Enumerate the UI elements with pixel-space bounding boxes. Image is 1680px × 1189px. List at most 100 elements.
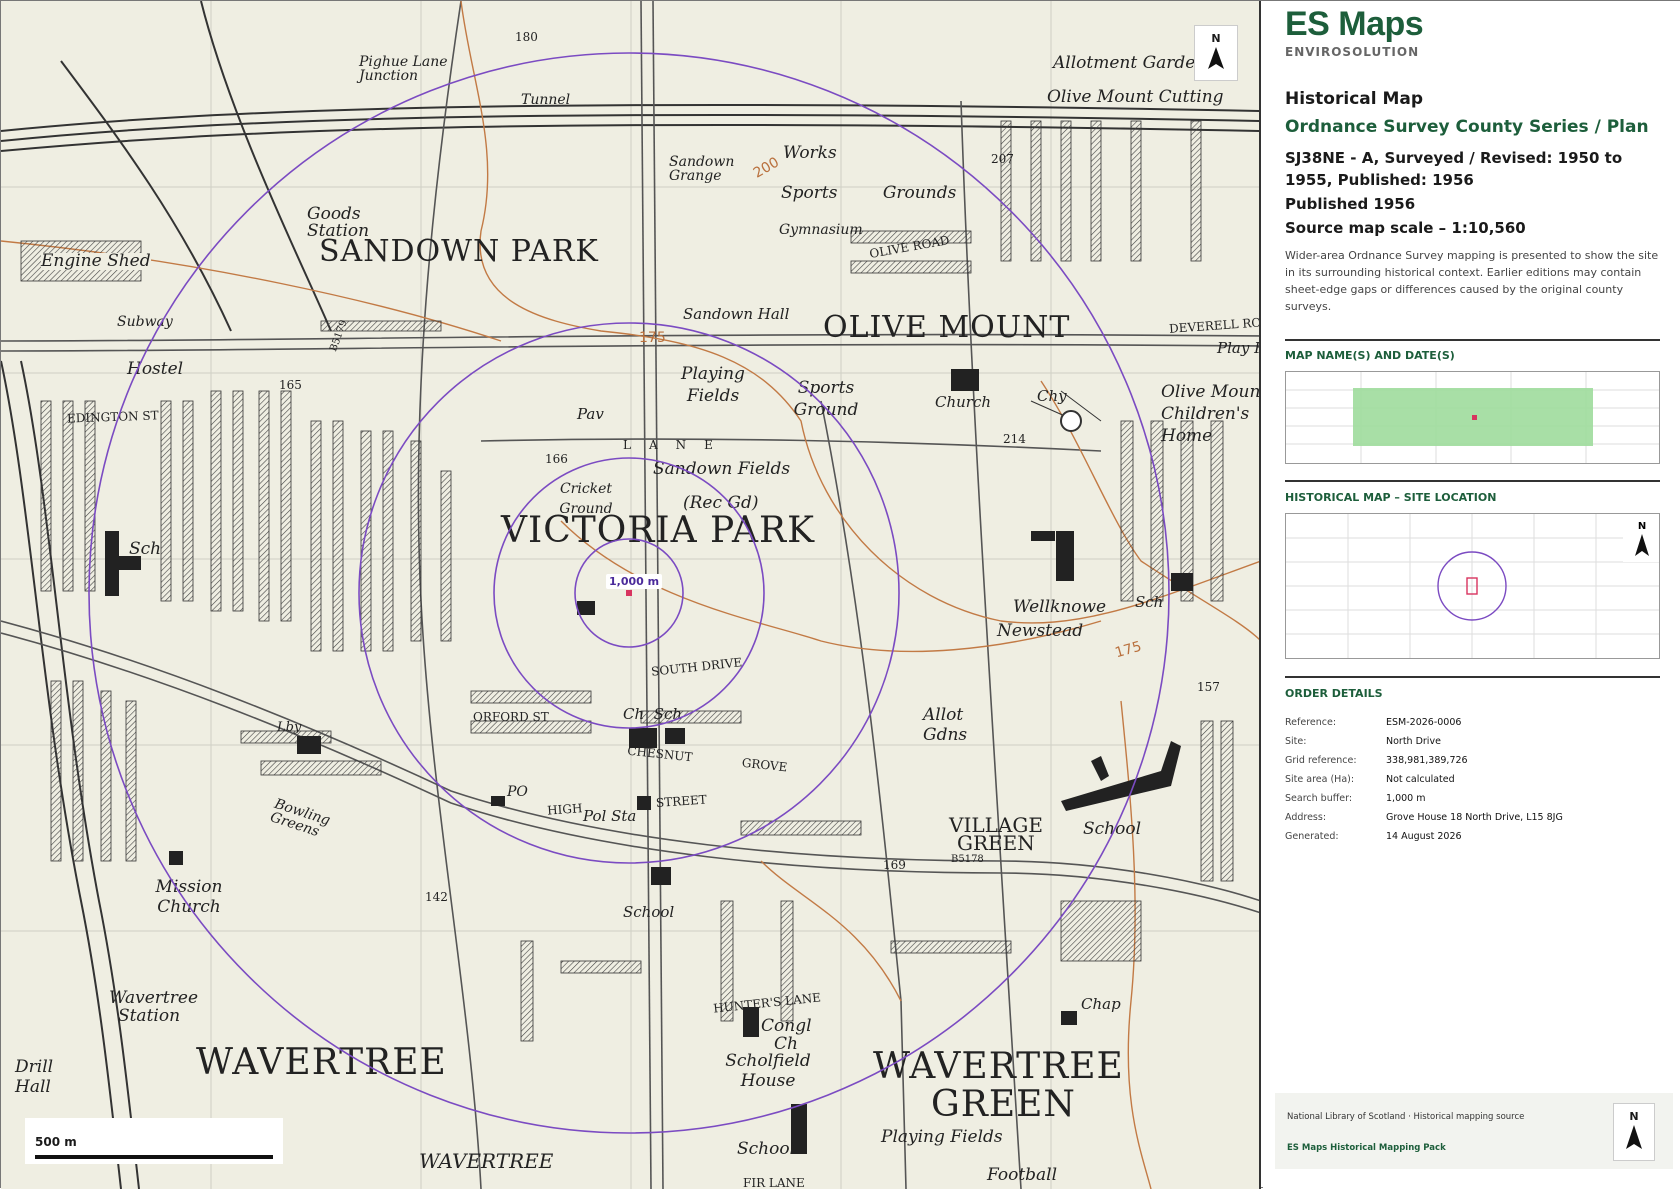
order-search-buffer: 1,000 m	[1386, 793, 1426, 804]
map-label-lby: Lby	[277, 720, 302, 735]
map-label-sch-left: Sch	[129, 539, 162, 559]
map-label-victoria-park: VICTORIA PARK	[501, 510, 815, 551]
map-label-wavertree: WAVERTREE	[196, 1042, 447, 1083]
map-label-congl-ch: Congl Ch	[761, 1016, 812, 1054]
map-label-sch-right: Sch	[1135, 593, 1164, 611]
order-row-address: Address: Grove House 18 North Drive, L15 …	[1285, 808, 1665, 827]
map-label-hostel: Hostel	[127, 359, 184, 379]
order-key: Site:	[1285, 736, 1307, 747]
map-label-olive-mount-cutting: Olive Mount Cutting	[1047, 87, 1224, 107]
map-label-gymnasium: Gymnasium	[779, 222, 863, 238]
panel-description: Wider-area Ordnance Survey mapping is pr…	[1285, 249, 1659, 313]
map-spot-214: 214	[1003, 432, 1026, 446]
order-key: Address:	[1285, 812, 1327, 823]
map-label-works: Works	[783, 143, 837, 163]
order-site: North Drive	[1386, 736, 1441, 747]
map-label-wavertree-green-2: GREEN	[931, 1084, 1076, 1125]
map-label-pav: Pav	[577, 405, 604, 423]
published-year: Published 1956	[1285, 195, 1416, 213]
map-label-play-fields-right: Play Fiel	[1217, 339, 1259, 357]
coverage-grid	[1286, 372, 1659, 463]
footer-north-letter: N	[1629, 1110, 1639, 1123]
divider	[1285, 480, 1660, 482]
map-spot-157: 157	[1197, 680, 1220, 694]
info-panel: ES Maps ENVIROSOLUTION Historical Map Or…	[1263, 1, 1680, 1189]
historical-map[interactable]: SANDOWN PARK OLIVE MOUNT VICTORIA PARK W…	[1, 1, 1261, 1189]
map-label-fir-lane: FIR LANE	[743, 1176, 805, 1189]
source-scale: Source map scale – 1:10,560	[1285, 219, 1526, 237]
order-row-buffer: Search buffer: 1,000 m	[1285, 789, 1665, 808]
map-label-ch-sch: Ch Sch	[623, 705, 683, 723]
divider	[1285, 339, 1660, 341]
map-label-playing-fields: Playing Fields	[681, 364, 745, 406]
map-label-chy: Chy	[1037, 387, 1067, 405]
coverage-index-map[interactable]	[1285, 371, 1660, 464]
scale-bar-label: 500 m	[35, 1135, 77, 1149]
order-details-table: Reference: ESM-2026-0006 Site: North Drive…	[1285, 713, 1665, 846]
map-spot-207: 207	[991, 152, 1014, 166]
order-grid-reference: 338,981,389,726	[1386, 755, 1468, 766]
map-label-olive-mount: OLIVE MOUNT	[823, 310, 1071, 345]
map-label-drill-hall: Drill Hall	[15, 1057, 54, 1097]
map-label-sports-grounds: Sports Grounds	[781, 183, 957, 203]
map-label-school-bottom: School	[737, 1139, 796, 1159]
map-drawing	[1, 1, 1259, 1189]
section-site-location: HISTORICAL MAP – SITE LOCATION	[1285, 491, 1497, 504]
site-location-map[interactable]: N	[1285, 513, 1660, 659]
map-label-football: Football	[987, 1165, 1058, 1185]
order-row-reference: Reference: ESM-2026-0006	[1285, 713, 1665, 732]
map-spot-180: 180	[515, 30, 538, 44]
brand-logo-text: ES Maps	[1285, 5, 1424, 43]
north-arrow-letter: N	[1211, 32, 1221, 45]
divider	[1285, 676, 1660, 678]
map-label-sandown-hall: Sandown Hall	[683, 305, 790, 323]
footer-source: National Library of Scotland · Historica…	[1287, 1112, 1525, 1122]
map-label-school-mid: School	[623, 903, 675, 921]
map-label-wavertree-green-1: WAVERTREE	[873, 1046, 1124, 1087]
sheet-details: SJ38NE - A, Surveyed / Revised: 1950 to …	[1285, 149, 1623, 189]
map-label-goods-station: Goods Station	[307, 204, 370, 241]
map-label-allotment-gardens: Allotment Gardens	[1053, 53, 1216, 73]
footer-pack-name: ES Maps Historical Mapping Pack	[1287, 1143, 1446, 1153]
scale-bar: 500 m	[25, 1118, 283, 1164]
north-arrow-icon	[1208, 47, 1224, 69]
map-label-church: Church	[935, 393, 992, 411]
map-label-tunnel: Tunnel	[521, 92, 571, 108]
mini-north-letter: N	[1638, 521, 1646, 532]
map-label-sandown-grange: Sandown Grange	[669, 154, 735, 184]
section-order-details: ORDER DETAILS	[1285, 687, 1383, 700]
buffer-distance-label: 1,000 m	[606, 574, 663, 589]
north-arrow-icon	[1626, 1125, 1642, 1149]
map-label-wavertree-station: Wavertree Station	[109, 988, 199, 1026]
site-location-grid: N	[1286, 514, 1659, 658]
order-reference: ESM-2026-0006	[1386, 717, 1462, 728]
order-row-site: Site: North Drive	[1285, 732, 1665, 751]
order-key: Grid reference:	[1285, 755, 1357, 766]
panel-heading: Historical Map	[1285, 89, 1424, 109]
order-row-generated: Generated: 14 August 2026	[1285, 827, 1665, 846]
map-label-allot-gdns: Allot Gdns	[923, 705, 968, 745]
map-street-edington: EDINGTON ST	[66, 408, 159, 426]
section-map-names: MAP NAME(S) AND DATE(S)	[1285, 349, 1455, 362]
map-label-chap: Chap	[1081, 995, 1121, 1013]
map-label-pighue-lane: Pighue Lane Junction	[359, 54, 448, 84]
map-label-school-right: School	[1083, 819, 1142, 839]
order-row-area: Site area (Ha): Not calculated	[1285, 770, 1665, 789]
order-row-grid: Grid reference: 338,981,389,726	[1285, 751, 1665, 770]
map-contour-175: 175	[639, 330, 666, 346]
coverage-site-marker	[1472, 415, 1477, 420]
map-label-wellknowe: Wellknowe	[1013, 597, 1107, 617]
page-frame: SANDOWN PARK OLIVE MOUNT VICTORIA PARK W…	[0, 0, 1680, 1189]
map-label-engine-shed: Engine Shed	[41, 251, 151, 271]
map-street-lane: LANE	[623, 438, 731, 452]
map-label-newstead: Newstead	[997, 621, 1084, 641]
map-label-playing-fields-bottom: Playing Fields	[881, 1127, 1003, 1147]
map-label-village-green: GREEN	[957, 831, 1035, 855]
map-street-b5178: B5178	[951, 854, 984, 865]
order-key: Search buffer:	[1285, 793, 1353, 804]
map-spot-142: 142	[425, 890, 448, 904]
order-site-area: Not calculated	[1386, 774, 1455, 785]
map-label-sports-ground: Sports Ground	[793, 378, 859, 420]
order-address: Grove House 18 North Drive, L15 8JG	[1386, 812, 1563, 823]
footer-north-arrow: N	[1613, 1103, 1655, 1161]
